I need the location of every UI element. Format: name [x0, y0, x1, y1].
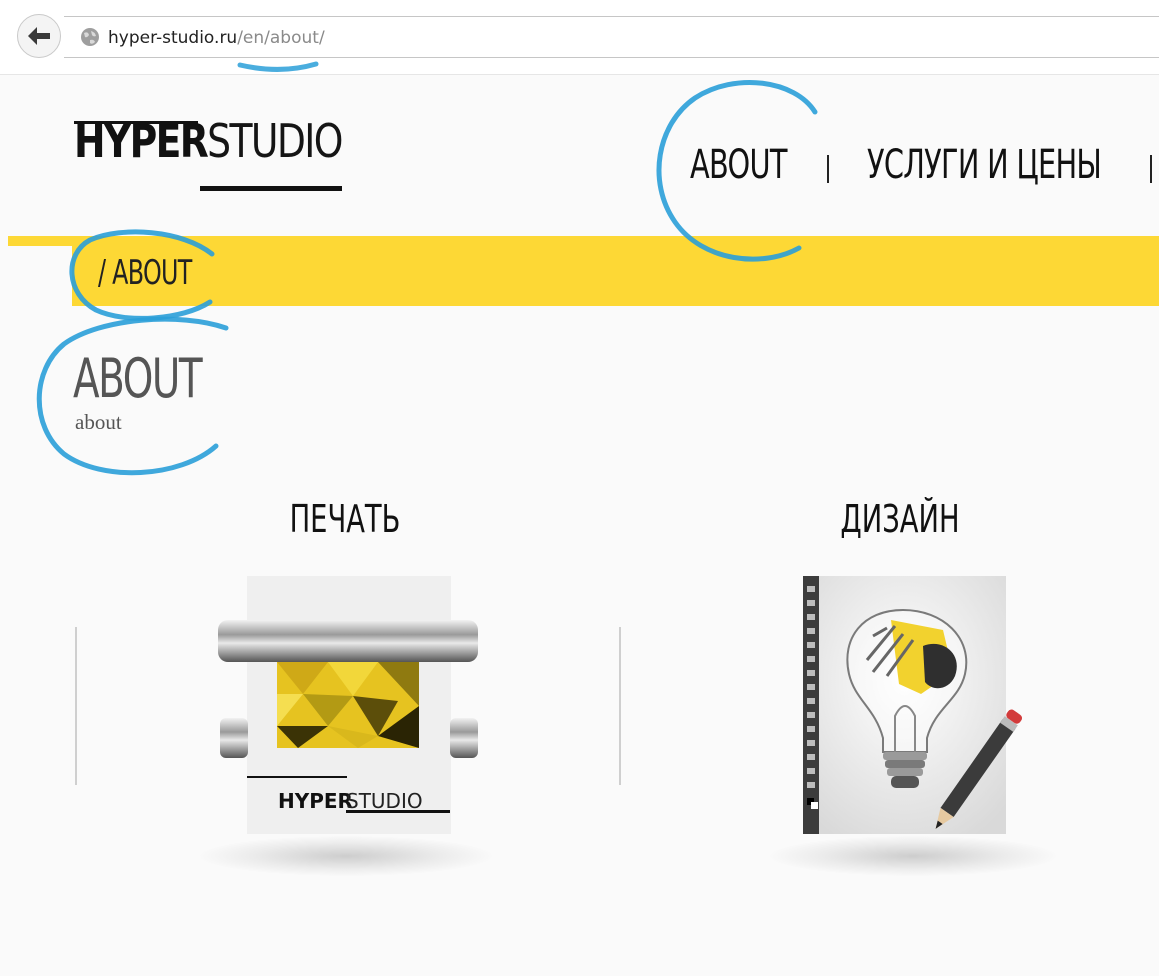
- divider-line: [75, 627, 77, 785]
- print-logo-bold: HYPER: [278, 789, 353, 813]
- globe-icon: [81, 28, 99, 46]
- service-title-design[interactable]: ДИЗАЙН: [828, 500, 972, 538]
- page-subtitle: about: [75, 410, 122, 434]
- breadcrumb[interactable]: / ABOUT: [98, 256, 192, 290]
- print-logo-thin: STUDIO: [346, 789, 423, 813]
- divider-line: [619, 627, 621, 785]
- site-logo[interactable]: HYPERSTUDIO: [74, 118, 343, 164]
- service-title-print[interactable]: ПЕЧАТЬ: [273, 500, 417, 538]
- url-domain: hyper-studio.ru: [108, 28, 238, 48]
- browser-toolbar: hyper-studio.ru/en/about/: [0, 0, 1159, 75]
- page-title: ABOUT: [73, 347, 203, 410]
- nav-separator: [827, 155, 829, 183]
- url-text[interactable]: hyper-studio.ru/en/about/: [108, 28, 325, 48]
- nav-separator: [1150, 155, 1152, 183]
- service-image-design[interactable]: [803, 576, 1027, 857]
- service-image-print[interactable]: HYPER STUDIO: [218, 576, 480, 843]
- image-shadow: [200, 836, 492, 876]
- logo-bold-text: HYPER: [74, 114, 209, 168]
- logo-thin-text: STUDIO: [207, 114, 343, 168]
- lightbulb-pencil-icon: [803, 576, 1023, 834]
- strip-notch: [8, 246, 72, 306]
- address-bar[interactable]: hyper-studio.ru/en/about/: [64, 16, 1159, 58]
- arrow-left-icon: [28, 27, 50, 45]
- url-path: /en/about/: [237, 28, 325, 48]
- logo-rule-bottom: [200, 186, 342, 191]
- image-shadow: [770, 836, 1056, 876]
- printer-rollers-icon: HYPER STUDIO: [218, 576, 478, 834]
- nav-item-services[interactable]: УСЛУГИ И ЦЕНЫ: [867, 145, 1102, 185]
- nav-item-about[interactable]: ABOUT: [690, 145, 787, 185]
- back-button[interactable]: [17, 14, 61, 58]
